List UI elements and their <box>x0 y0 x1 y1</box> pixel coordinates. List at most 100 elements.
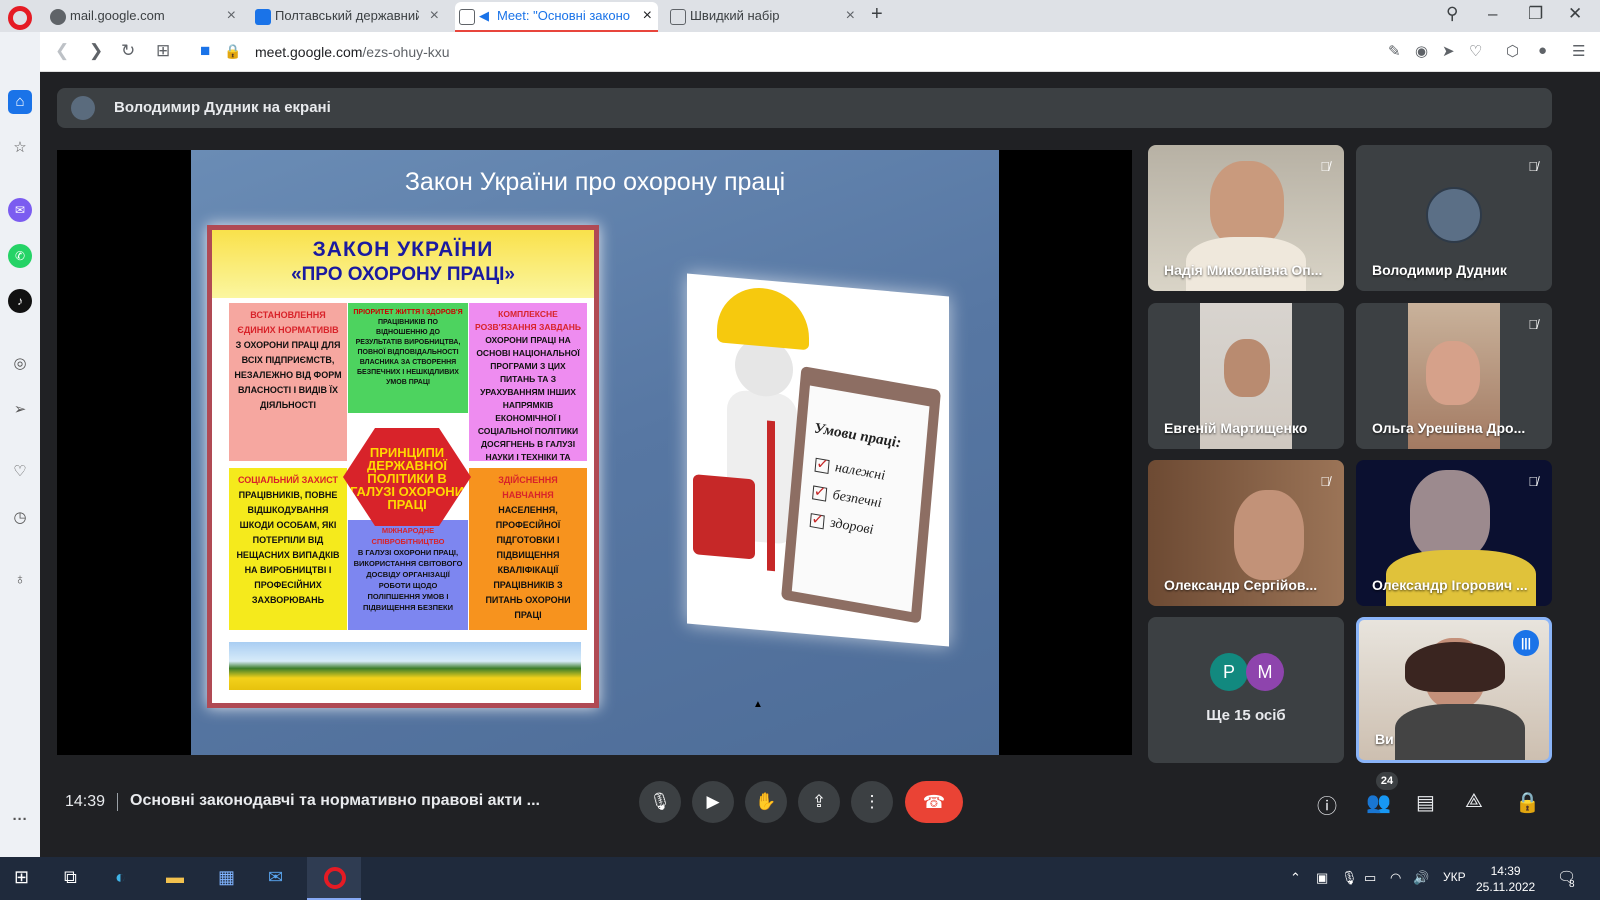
minimize-button[interactable]: – <box>1488 4 1497 24</box>
tab-close-icon[interactable]: × <box>227 2 236 30</box>
hard-hat-icon <box>717 284 809 351</box>
checkbox-icon <box>812 485 828 502</box>
participant-tile[interactable]: 🎙̸ Надія Миколаївна Оп... <box>1148 145 1344 291</box>
reload-button[interactable]: ↻ <box>121 41 135 61</box>
opera-logo-icon[interactable] <box>8 6 32 30</box>
cell-text: З ОХОРОНИ ПРАЦІ ДЛЯ ВСІХ ПІДПРИЄМСТВ, НЕ… <box>234 340 342 410</box>
tab-speed-dial[interactable]: Швидкий набір × <box>666 2 861 32</box>
present-screen-button[interactable]: ⇪ <box>798 781 840 823</box>
opera-logo-icon <box>324 867 346 889</box>
close-window-button[interactable]: ✕ <box>1568 4 1582 24</box>
chat-icon[interactable]: ▤ <box>1416 790 1435 815</box>
edge-icon[interactable]: ◐ <box>115 867 126 888</box>
self-tile[interactable]: ||| Ви <box>1356 617 1552 763</box>
send-icon[interactable]: ➤ <box>1442 42 1455 60</box>
battery-icon[interactable]: ▭ <box>1364 870 1376 886</box>
participant-tile[interactable]: 🎙̸ Олександр Сергійов... <box>1148 460 1344 606</box>
checkbox-icon <box>814 457 830 474</box>
file-explorer-icon[interactable]: ▬ <box>166 867 184 888</box>
whatsapp-icon[interactable]: ✆ <box>8 244 32 268</box>
cell-text: НАСЕЛЕННЯ, ПРОФЕСІЙНОЇ ПІДГОТОВКИ І ПІДВ… <box>485 505 571 620</box>
tab-close-icon[interactable]: × <box>430 2 439 30</box>
more-participants-tile[interactable]: P M Ще 15 осіб <box>1148 617 1344 763</box>
forward-button[interactable]: ❯ <box>89 41 103 61</box>
language-indicator[interactable]: УКР <box>1443 870 1466 884</box>
mic-off-icon: 🎙̸ <box>1320 474 1330 489</box>
messenger-icon[interactable]: ✉ <box>8 198 32 222</box>
player-icon[interactable]: ◎ <box>8 352 32 376</box>
windows-taskbar: ⊞ ⧉ ◐ ▬ ▦ ✉ ⌃ ▣ 🎙 ▭ ◠ 🔊 УКР 14:39 25.11.… <box>0 857 1600 900</box>
restore-button[interactable]: ❐ <box>1528 4 1543 24</box>
host-controls-icon[interactable]: 🔒 <box>1515 790 1540 815</box>
edit-icon[interactable]: ✎ <box>1388 42 1401 60</box>
poster-cell: КОМПЛЕКСНЕ РОЗВ'ЯЗАННЯ ЗАВДАНЬ ОХОРОНИ П… <box>469 303 587 461</box>
extensions-icon[interactable]: ⬡ <box>1506 42 1519 60</box>
home-icon[interactable]: ⌂ <box>8 90 32 114</box>
camera-button[interactable]: ▶ <box>692 781 734 823</box>
opera-taskbar-button[interactable] <box>307 857 361 900</box>
mail-icon[interactable]: ✉ <box>268 867 283 888</box>
end-call-button[interactable]: ☎ <box>905 781 963 823</box>
tabs-grid-icon[interactable]: ⊞ <box>156 41 170 61</box>
back-button[interactable]: ❮ <box>55 41 69 61</box>
history-icon[interactable]: ◷ <box>8 506 32 530</box>
more-options-button[interactable]: ⋮ <box>851 781 893 823</box>
audio-playing-icon[interactable]: ◀ <box>479 2 489 30</box>
activities-icon[interactable]: ⟁ <box>1465 790 1483 813</box>
checklist-item: здорові <box>809 512 874 539</box>
participant-tile[interactable]: Евгеній Мартищенко <box>1148 303 1344 449</box>
star-icon[interactable]: ☆ <box>8 136 32 160</box>
tab-close-icon[interactable]: × <box>846 2 855 30</box>
taskbar-clock[interactable]: 14:39 25.11.2022 <box>1476 863 1535 895</box>
toolbox-icon <box>693 474 755 560</box>
show-hidden-icons-icon[interactable]: ⌃ <box>1290 870 1301 886</box>
camera-tray-icon[interactable]: ▣ <box>1316 870 1328 886</box>
tips-icon[interactable]: ♁ <box>8 568 32 592</box>
more-icon[interactable]: ··· <box>8 808 32 832</box>
participant-tile[interactable]: 🎙̸ Олександр Ігорович ... <box>1356 460 1552 606</box>
store-icon[interactable]: ▦ <box>218 867 235 888</box>
volume-icon[interactable]: 🔊 <box>1413 870 1429 886</box>
poster-cell: СОЦІАЛЬНИЙ ЗАХИСТ ПРАЦІВНИКІВ, ПОВНЕ ВІД… <box>229 468 347 630</box>
principles-center: ПРИНЦИПИ ДЕРЖАВНОЇ ПОЛІТИКИ В ГАЛУЗІ ОХО… <box>343 428 471 526</box>
snapshot-icon[interactable]: ◉ <box>1415 42 1428 60</box>
avatar <box>1426 187 1482 243</box>
clipboard-title: Умови праці: <box>813 420 902 452</box>
people-icon[interactable]: 👥 <box>1366 790 1391 815</box>
settings-menu-icon[interactable]: ☰ <box>1572 42 1585 60</box>
participant-name: Ольга Урешівна Дро... <box>1372 420 1526 436</box>
meeting-details-icon[interactable]: ⓘ <box>1317 790 1337 819</box>
tab-gmail[interactable]: mail.google.com × <box>46 2 242 32</box>
tiktok-icon[interactable]: ♪ <box>8 289 32 313</box>
url-field[interactable]: meet.google.com/ezs-ohuy-kxu <box>255 44 450 60</box>
new-tab-button[interactable]: + <box>871 3 883 26</box>
tab-label: Полтавський державний а <box>275 8 419 23</box>
slide-title: Закон України про охорону праці <box>404 168 786 196</box>
poster-cell: МІЖНАРОДНЕ СПІВРОБІТНИЦТВО В ГАЛУЗІ ОХОР… <box>348 520 468 630</box>
windows-start-icon[interactable]: ⊞ <box>14 867 29 888</box>
url-domain: meet.google.com <box>255 44 363 60</box>
field-photo <box>229 642 581 690</box>
task-view-icon[interactable]: ⧉ <box>64 867 77 888</box>
presentation-stage[interactable]: Закон України про охорону праці ЗАКОН УК… <box>57 150 1132 755</box>
presenter-label: Володимир Дудник на екрані <box>114 99 331 116</box>
wifi-icon[interactable]: ◠ <box>1390 870 1401 886</box>
profile-icon[interactable]: ● <box>1538 42 1547 59</box>
camera-in-use-icon[interactable]: ■ <box>200 41 210 61</box>
heart-icon[interactable]: ♡ <box>1469 42 1482 60</box>
avatar: M <box>1246 653 1284 691</box>
tab-meet[interactable]: ◀ Meet: "Основні законо × <box>455 2 658 32</box>
microphone-button[interactable]: 🎙 <box>639 781 681 823</box>
tab-close-icon[interactable]: × <box>643 2 652 30</box>
search-tabs-icon[interactable]: ⚲ <box>1446 4 1458 24</box>
tab-poltava[interactable]: Полтавський державний а × <box>251 2 445 32</box>
lock-icon[interactable]: 🔒 <box>224 43 241 60</box>
cell-text: ПРАЦІВНИКІВ ПО ВІДНОШЕННЮ ДО РЕЗУЛЬТАТІВ… <box>355 319 461 386</box>
raise-hand-button[interactable]: ✋ <box>745 781 787 823</box>
heart-icon[interactable]: ♡ <box>8 460 32 484</box>
microphone-tray-icon[interactable]: 🎙 <box>1341 870 1358 886</box>
send-icon[interactable]: ➢ <box>8 398 32 422</box>
participant-tile[interactable]: 🎙̸ Ольга Урешівна Дро... <box>1356 303 1552 449</box>
participant-tile[interactable]: 🎙̸ Володимир Дудник <box>1356 145 1552 291</box>
cell-keyword: ЗДІЙСНЕННЯ НАВЧАННЯ <box>498 475 558 500</box>
